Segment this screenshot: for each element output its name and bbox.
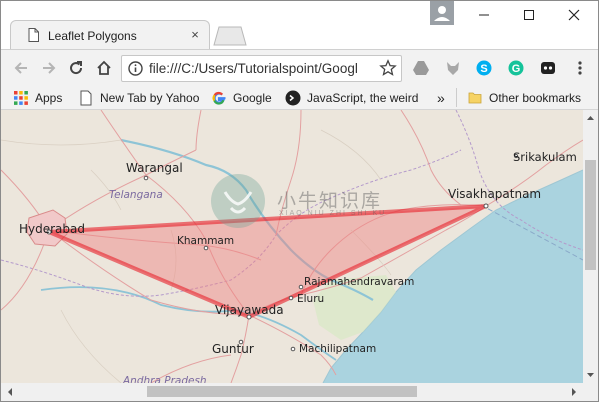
- info-icon: [128, 61, 143, 76]
- watermark-logo-icon: [211, 174, 265, 228]
- terminal-icon: [285, 90, 301, 105]
- minimize-icon: [479, 14, 489, 16]
- tab-title: Leaflet Polygons: [48, 29, 137, 43]
- watermark-subtext: XIAO NIU ZHI SHI KU: [279, 210, 387, 217]
- scrollbar-corner: [583, 383, 598, 401]
- document-icon: [28, 28, 39, 42]
- drive-extension-icon[interactable]: [412, 59, 430, 77]
- browser-window: Leaflet Polygons × file:///C:/Users/Tuto…: [0, 0, 599, 402]
- menu-kebab-icon[interactable]: [571, 59, 589, 77]
- watermark-text: 小牛知识库: [277, 191, 383, 212]
- horizontal-scroll-thumb[interactable]: [147, 386, 417, 397]
- folder-icon: [468, 92, 482, 103]
- new-tab-button[interactable]: [213, 26, 247, 46]
- scroll-right-arrow-icon[interactable]: [568, 383, 580, 401]
- bookmark-apps[interactable]: Apps: [13, 89, 62, 106]
- label-guntur: Guntur: [212, 342, 254, 356]
- grammarly-extension-icon[interactable]: G: [507, 59, 525, 77]
- scroll-left-arrow-icon[interactable]: [4, 383, 16, 401]
- title-bar: Leaflet Polygons ×: [1, 1, 598, 49]
- reload-button[interactable]: [64, 56, 88, 80]
- scroll-up-arrow-icon[interactable]: [583, 112, 598, 124]
- tab-close-icon[interactable]: ×: [188, 28, 202, 42]
- label-vijayawada: Vijayawada: [215, 303, 284, 317]
- toolbar: file:///C:/Users/Tutorialspoint/Googl S …: [1, 49, 598, 85]
- horizontal-scrollbar[interactable]: [1, 383, 583, 401]
- reload-icon: [70, 61, 83, 75]
- tab-leaflet-polygons[interactable]: Leaflet Polygons ×: [10, 20, 210, 49]
- bookmark-label: JavaScript, the weird: [307, 90, 419, 105]
- bookmark-other[interactable]: Other bookmarks: [467, 89, 581, 106]
- vertical-scroll-thumb[interactable]: [585, 160, 596, 270]
- scroll-down-arrow-icon[interactable]: [583, 369, 598, 381]
- home-icon: [97, 60, 111, 75]
- label-khammam: Khammam: [177, 235, 235, 247]
- chevron-double-right-icon: »: [437, 89, 445, 106]
- bookmark-label: New Tab by Yahoo: [100, 90, 200, 105]
- forward-button[interactable]: [37, 56, 61, 80]
- label-srikakulam: Srikakulam: [513, 150, 577, 164]
- label-eluru: Eluru: [297, 293, 325, 305]
- label-visakhapatnam: Visakhapatnam: [448, 187, 542, 201]
- bookmarks-overflow-button[interactable]: »: [437, 89, 445, 106]
- game-extension-icon[interactable]: [539, 59, 557, 77]
- bookmark-label: Google: [233, 90, 272, 105]
- page-icon: [80, 90, 92, 105]
- profile-button[interactable]: [430, 1, 454, 25]
- map-tiles: [1, 110, 583, 383]
- forward-arrow-icon: [43, 62, 56, 74]
- bookmark-javascript-weird[interactable]: JavaScript, the weird: [285, 89, 418, 106]
- maximize-button[interactable]: [514, 5, 544, 25]
- label-hyderabad: Hyderabad: [19, 222, 85, 236]
- apps-grid-icon: [14, 90, 28, 105]
- label-machilipatnam: Machilipatnam: [299, 343, 377, 355]
- close-icon: [568, 9, 580, 21]
- bookmarks-bar: Apps New Tab by Yahoo Google JavaScript,…: [1, 85, 598, 110]
- minimize-button[interactable]: [469, 5, 499, 25]
- label-andhra-pradesh: Andhra Pradesh: [123, 375, 207, 383]
- svg-text:G: G: [512, 63, 521, 75]
- bookmark-label: Other bookmarks: [489, 90, 582, 105]
- watermark: 小牛知识库 XIAO NIU ZHI SHI KU: [209, 172, 409, 232]
- home-button[interactable]: [92, 56, 116, 80]
- label-rajamahendravaram: Rajamahendravaram: [304, 276, 415, 288]
- skype-extension-icon[interactable]: S: [475, 59, 493, 77]
- bookmark-new-tab-yahoo[interactable]: New Tab by Yahoo: [78, 89, 199, 106]
- label-warangal: Warangal: [126, 161, 183, 175]
- bookmarks-divider: [456, 88, 457, 107]
- close-window-button[interactable]: [559, 5, 589, 25]
- maximize-icon: [524, 10, 534, 20]
- fox-extension-icon[interactable]: [444, 59, 462, 77]
- label-telangana: Telangana: [109, 189, 163, 201]
- bookmark-label: Apps: [35, 90, 63, 105]
- bookmark-google[interactable]: Google: [211, 89, 272, 106]
- back-arrow-icon: [14, 62, 27, 74]
- google-g-icon: [212, 91, 226, 105]
- address-bar[interactable]: file:///C:/Users/Tutorialspoint/Googl: [121, 55, 402, 82]
- bookmark-star-icon[interactable]: [379, 59, 397, 77]
- svg-text:S: S: [480, 63, 487, 75]
- profile-icon: [434, 6, 450, 21]
- vertical-scrollbar[interactable]: [583, 110, 598, 383]
- leaflet-map[interactable]: 小牛知识库 XIAO NIU ZHI SHI KU Srikakulam War…: [1, 110, 583, 383]
- url-text: file:///C:/Users/Tutorialspoint/Googl: [149, 61, 358, 76]
- back-button[interactable]: [9, 56, 33, 80]
